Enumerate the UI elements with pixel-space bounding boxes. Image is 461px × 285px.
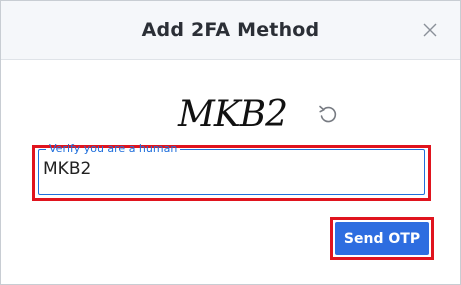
send-otp-button[interactable]: Send OTP bbox=[335, 222, 429, 255]
dialog-title: Add 2FA Method bbox=[141, 19, 320, 41]
close-icon bbox=[423, 23, 437, 37]
add-2fa-dialog: Add 2FA Method MKB2 Verify you are a hum… bbox=[0, 0, 461, 285]
verify-field-label: Verify you are a human bbox=[49, 142, 178, 155]
verify-field-highlight: Verify you are a human bbox=[32, 142, 431, 201]
verify-human-input[interactable] bbox=[43, 159, 413, 179]
refresh-captcha-button[interactable] bbox=[314, 100, 342, 128]
refresh-icon bbox=[318, 105, 336, 123]
captcha-row: MKB2 bbox=[1, 90, 460, 138]
send-otp-highlight: Send OTP bbox=[330, 217, 434, 260]
captcha-text: MKB2 bbox=[177, 94, 294, 135]
dialog-header: Add 2FA Method bbox=[1, 1, 460, 60]
close-button[interactable] bbox=[418, 18, 442, 42]
captcha-image: MKB2 bbox=[171, 90, 300, 138]
